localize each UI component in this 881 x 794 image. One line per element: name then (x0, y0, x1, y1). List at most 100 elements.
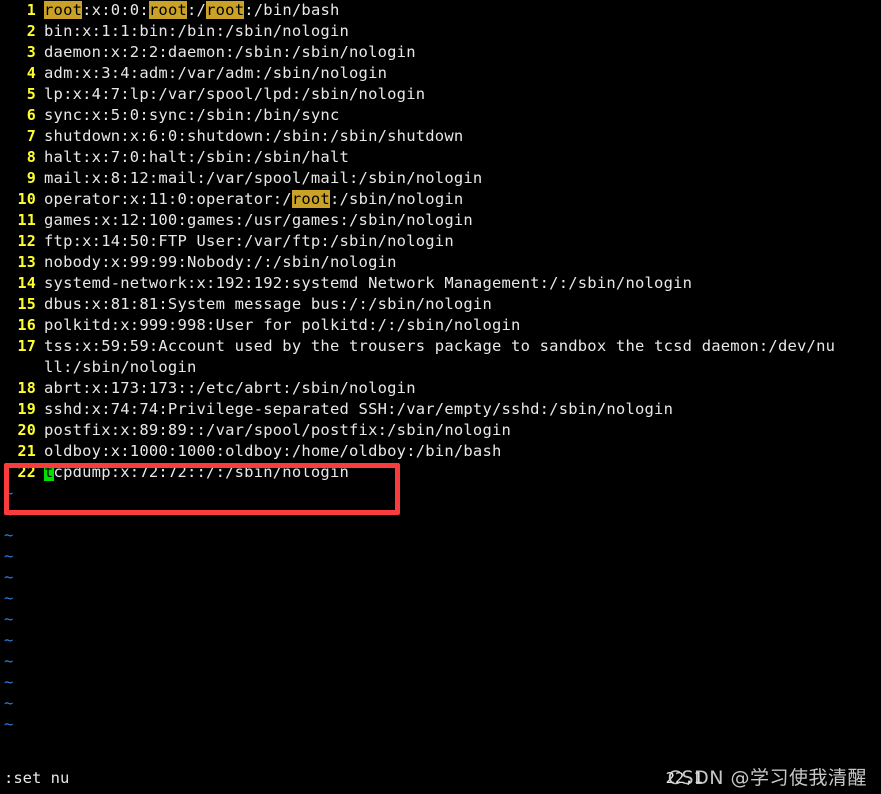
line-number-gutter-gap (36, 231, 44, 252)
line-number-gutter-gap (36, 147, 44, 168)
buffer-line[interactable]: 7 shutdown:x:6:0:shutdown:/sbin:/sbin/sh… (0, 126, 881, 147)
line-number: 12 (17, 232, 36, 250)
empty-line-marker: ~ (4, 484, 14, 502)
line-number-gutter-gap (36, 252, 44, 273)
line-text: mail:x:8:12:mail:/var/spool/mail:/sbin/n… (44, 169, 483, 187)
buffer-line[interactable]: 4 adm:x:3:4:adm:/var/adm:/sbin/nologin (0, 63, 881, 84)
buffer-line[interactable]: 1 root:x:0:0:root:/root:/bin/bash (0, 0, 881, 21)
empty-line-marker: ~ (4, 673, 14, 691)
buffer-line[interactable]: 16 polkitd:x:999:998:User for polkitd:/:… (0, 315, 881, 336)
empty-line-marker: ~ (4, 631, 14, 649)
line-text: sync:x:5:0:sync:/sbin:/bin/sync (44, 106, 340, 124)
line-number: 1 (26, 1, 36, 19)
empty-line-marker: ~ (4, 568, 14, 586)
line-text: postfix:x:89:89::/var/spool/postfix:/sbi… (44, 421, 512, 439)
line-number: 17 (17, 337, 36, 355)
line-number: 15 (17, 295, 36, 313)
line-number: 19 (17, 400, 36, 418)
line-text: ll:/sbin/nologin (44, 358, 197, 376)
line-number-gutter-gap (36, 378, 44, 399)
csdn-watermark: CSDN @学习使我清醒 (667, 767, 867, 789)
buffer-line[interactable]: 15 dbus:x:81:81:System message bus:/:/sb… (0, 294, 881, 315)
line-number: 5 (26, 85, 36, 103)
line-text: halt:x:7:0:halt:/sbin:/sbin/halt (44, 148, 350, 166)
line-number-gutter-gap (36, 63, 44, 84)
line-text: dbus:x:81:81:System message bus:/:/sbin/… (44, 295, 492, 313)
buffer-line[interactable]: 12 ftp:x:14:50:FTP User:/var/ftp:/sbin/n… (0, 231, 881, 252)
buffer-line[interactable]: 14 systemd-network:x:192:192:systemd Net… (0, 273, 881, 294)
line-number: 10 (17, 190, 36, 208)
buffer-line[interactable]: 3 daemon:x:2:2:daemon:/sbin:/sbin/nologi… (0, 42, 881, 63)
buffer-line[interactable]: 2 bin:x:1:1:bin:/bin:/sbin/nologin (0, 21, 881, 42)
line-number-gutter-gap (36, 294, 44, 315)
line-number-gutter-gap (36, 357, 44, 378)
line-text: shutdown:x:6:0:shutdown:/sbin:/sbin/shut… (44, 127, 464, 145)
buffer-line-wrapped[interactable]: ll:/sbin/nologin (0, 357, 881, 378)
buffer-line[interactable]: 13 nobody:x:99:99:Nobody:/:/sbin/nologin (0, 252, 881, 273)
line-text: abrt:x:173:173::/etc/abrt:/sbin/nologin (44, 379, 416, 397)
empty-line-marker: ~ (4, 505, 14, 523)
line-number: 8 (26, 148, 36, 166)
line-number-gutter-gap (36, 210, 44, 231)
line-number-gutter-gap (36, 420, 44, 441)
line-number: 22 (17, 463, 36, 481)
line-text: tss:x:59:59:Account used by the trousers… (44, 337, 836, 355)
line-number-gutter-gap (36, 126, 44, 147)
vim-terminal-screen: 1 root:x:0:0:root:/root:/bin/bash 2 bin:x… (0, 0, 881, 794)
line-number-gutter-gap (36, 42, 44, 63)
buffer-line[interactable]: 6 sync:x:5:0:sync:/sbin:/bin/sync (0, 105, 881, 126)
buffer-line[interactable]: 5 lp:x:4:7:lp:/var/spool/lpd:/sbin/nolog… (0, 84, 881, 105)
line-number-gutter-gap (36, 336, 44, 357)
line-number-gutter-gap (36, 0, 44, 21)
buffer-line[interactable]: 9 mail:x:8:12:mail:/var/spool/mail:/sbin… (0, 168, 881, 189)
line-number: 3 (26, 43, 36, 61)
line-number-gutter-gap (36, 189, 44, 210)
buffer-line[interactable]: 19 sshd:x:74:74:Privilege-separated SSH:… (0, 399, 881, 420)
line-text: games:x:12:100:games:/usr/games:/sbin/no… (44, 211, 473, 229)
buffer-line[interactable]: 8 halt:x:7:0:halt:/sbin:/sbin/halt (0, 147, 881, 168)
empty-line-marker: ~ (4, 715, 14, 733)
line-text: :/bin/bash (244, 1, 340, 19)
vim-command-line[interactable]: :set nu (4, 768, 69, 788)
line-number-gutter-gap (36, 105, 44, 126)
text-cursor-block[interactable]: t (44, 463, 54, 481)
line-text: :x:0:0: (82, 1, 149, 19)
line-number-gutter-gap (36, 315, 44, 336)
buffer-line[interactable]: 22 tcpdump:x:72:72::/:/sbin/nologin (0, 462, 881, 483)
buffer-line[interactable]: 18 abrt:x:173:173::/etc/abrt:/sbin/nolog… (0, 378, 881, 399)
line-number-gutter-gap (36, 84, 44, 105)
line-text: systemd-network:x:192:192:systemd Networ… (44, 274, 693, 292)
line-text: bin:x:1:1:bin:/bin:/sbin/nologin (44, 22, 350, 40)
line-text: oldboy:x:1000:1000:oldboy:/home/oldboy:/… (44, 442, 502, 460)
empty-line-marker: ~ (4, 652, 14, 670)
buffer-line[interactable]: 11 games:x:12:100:games:/usr/games:/sbin… (0, 210, 881, 231)
line-number: 7 (26, 127, 36, 145)
line-number: 11 (17, 211, 36, 229)
line-text: polkitd:x:999:998:User for polkitd:/:/sb… (44, 316, 521, 334)
buffer-line[interactable]: 20 postfix:x:89:89::/var/spool/postfix:/… (0, 420, 881, 441)
line-number: 4 (26, 64, 36, 82)
line-number-gutter-gap (36, 21, 44, 42)
line-number: 13 (17, 253, 36, 271)
empty-line-marker: ~ (4, 526, 14, 544)
line-number-gutter-gap (36, 168, 44, 189)
buffer-line[interactable]: 10 operator:x:11:0:operator:/root:/sbin/… (0, 189, 881, 210)
line-text: adm:x:3:4:adm:/var/adm:/sbin/nologin (44, 64, 388, 82)
line-text: ftp:x:14:50:FTP User:/var/ftp:/sbin/nolo… (44, 232, 454, 250)
line-number: 21 (17, 442, 36, 460)
empty-line-marker: ~ (4, 694, 14, 712)
buffer-line[interactable]: 21 oldboy:x:1000:1000:oldboy:/home/oldbo… (0, 441, 881, 462)
search-match-highlight: root (206, 1, 245, 19)
empty-line-marker: ~ (4, 610, 14, 628)
line-text: :/ (187, 1, 207, 19)
vim-text-buffer[interactable]: 1 root:x:0:0:root:/root:/bin/bash 2 bin:x… (0, 0, 881, 735)
line-number: 18 (17, 379, 36, 397)
search-match-highlight: root (291, 190, 330, 208)
line-text: lp:x:4:7:lp:/var/spool/lpd:/sbin/nologin (44, 85, 426, 103)
line-number: 20 (17, 421, 36, 439)
line-text: daemon:x:2:2:daemon:/sbin:/sbin/nologin (44, 43, 416, 61)
line-text: sshd:x:74:74:Privilege-separated SSH:/va… (44, 400, 674, 418)
buffer-line[interactable]: 17 tss:x:59:59:Account used by the trous… (0, 336, 881, 357)
line-text: nobody:x:99:99:Nobody:/:/sbin/nologin (44, 253, 397, 271)
search-match-highlight: root (44, 1, 83, 19)
